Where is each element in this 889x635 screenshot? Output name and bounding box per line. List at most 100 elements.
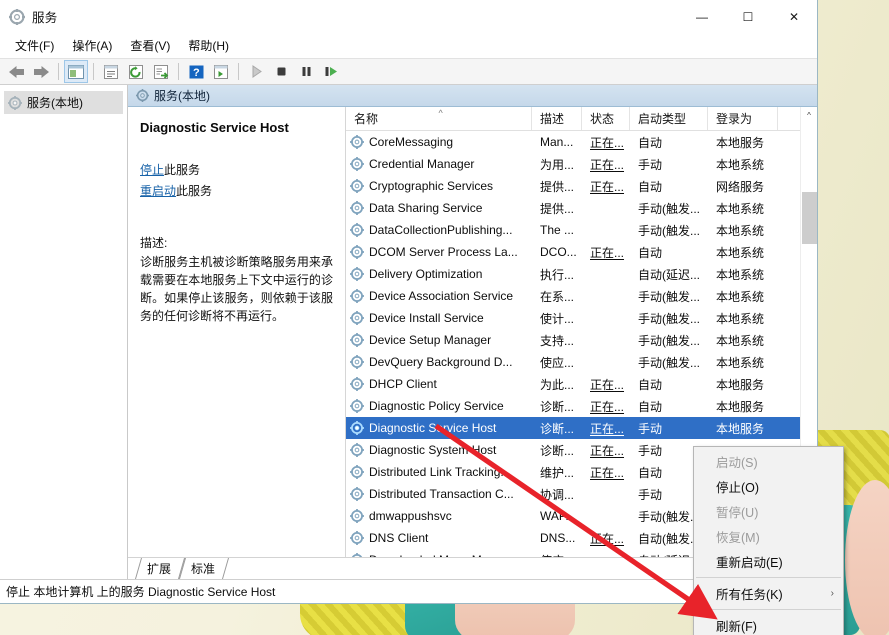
table-row[interactable]: Device Setup Manager支持...手动(触发...本地系统 [346,329,817,351]
cell-service-name: Delivery Optimization [346,267,532,281]
table-row[interactable]: CoreMessagingMan...正在...自动本地服务 [346,131,817,153]
table-row[interactable]: Device Install Service使计...手动(触发...本地系统 [346,307,817,329]
table-row[interactable]: DCOM Server Process La...DCO...正在...自动本地… [346,241,817,263]
menu-help[interactable]: 帮助(H) [179,34,238,57]
cell-service-name: Diagnostic Policy Service [346,399,532,413]
gear-icon [350,179,364,193]
restart-service-icon[interactable] [319,60,343,83]
menu-action[interactable]: 操作(A) [63,34,121,57]
scroll-up-icon[interactable]: ^ [801,107,818,124]
table-row[interactable]: Delivery Optimization执行...自动(延迟...本地系统 [346,263,817,285]
ctx-refresh-label: 刷新(F) [716,616,757,635]
show-hide-tree-icon[interactable] [64,60,88,83]
cell-service-name: Distributed Transaction C... [346,487,532,501]
gear-icon [350,289,364,303]
start-service-icon[interactable] [244,60,268,83]
column-header-description-label: 描述 [540,110,564,127]
column-header-status[interactable]: 状态 [582,107,630,130]
back-icon[interactable] [4,60,28,83]
service-name-label: Distributed Transaction C... [369,487,514,501]
cell-service-name: dmwappushsvc [346,509,532,523]
cell-startup-type: 手动 [630,420,708,437]
cell-log-on-as: 本地系统 [708,222,778,239]
ctx-refresh[interactable]: 刷新(F) [694,613,843,635]
gear-icon [350,465,364,479]
restart-service-link[interactable]: 重启动 [140,184,176,198]
cell-description: 提供... [532,200,582,217]
table-row[interactable]: DevQuery Background D...使应...手动(触发...本地系… [346,351,817,373]
cell-service-name: Cryptographic Services [346,179,532,193]
help-icon[interactable]: ? [184,60,208,83]
table-row[interactable]: Device Association Service在系...手动(触发...本… [346,285,817,307]
column-header-log-on-as[interactable]: 登录为 [708,107,778,130]
cell-service-name: DCOM Server Process La... [346,245,532,259]
window-title: 服务 [32,7,57,26]
service-name-label: Downloaded Maps Man... [369,553,505,557]
stop-service-link[interactable]: 停止 [140,163,164,177]
column-header-status-label: 状态 [590,110,614,127]
table-row[interactable]: Credential Manager为用...正在...手动本地系统 [346,153,817,175]
tree-item-services-local[interactable]: 服务(本地) [4,91,123,114]
scrollbar-thumb[interactable] [802,192,817,244]
column-header-name-label: 名称 [354,110,378,127]
minimize-button[interactable]: — [679,0,725,33]
menu-view[interactable]: 查看(V) [121,34,179,57]
refresh-icon[interactable] [124,60,148,83]
svg-text:?: ? [193,67,200,79]
toolbar: ? [0,58,817,85]
ctx-restart[interactable]: 重新启动(E) [694,549,843,574]
service-name-label: Device Setup Manager [369,333,491,347]
close-button[interactable]: ✕ [771,0,817,33]
cell-status: 正在... [582,464,630,481]
context-menu: 启动(S)停止(O)暂停(U)恢复(M)重新启动(E)所有任务(K)›刷新(F)… [693,446,844,635]
tab-standard[interactable]: 标准 [182,558,226,579]
cell-service-name: Device Association Service [346,289,532,303]
cell-log-on-as: 网络服务 [708,178,778,195]
service-name-label: Device Association Service [369,289,513,303]
pause-service-icon[interactable] [294,60,318,83]
cell-service-name: DataCollectionPublishing... [346,223,532,237]
stop-service-icon[interactable] [269,60,293,83]
column-header-startup-type[interactable]: 启动类型 [630,107,708,130]
column-header-name[interactable]: 名称 ^ [346,107,532,130]
gear-icon [350,531,364,545]
service-name-label: Diagnostic Policy Service [369,399,504,413]
show-pane-icon[interactable] [209,60,233,83]
cell-startup-type: 自动(延迟... [630,266,708,283]
export-list-icon[interactable] [149,60,173,83]
menu-file[interactable]: 文件(F) [6,34,63,57]
cell-description: DNS... [532,531,582,545]
cell-status: 正在... [582,244,630,261]
table-row[interactable]: Diagnostic Policy Service诊断...正在...自动本地服… [346,395,817,417]
cell-log-on-as: 本地服务 [708,134,778,151]
cell-log-on-as: 本地系统 [708,310,778,327]
gear-icon [350,487,364,501]
forward-icon[interactable] [29,60,53,83]
service-name-label: Delivery Optimization [369,267,482,281]
table-row[interactable]: Cryptographic Services提供...正在...自动网络服务 [346,175,817,197]
list-header: 名称 ^ 描述 状态 启动类型 登录为 [346,107,817,131]
ctx-start-label: 启动(S) [716,452,758,471]
gear-icon [350,135,364,149]
gear-icon [350,223,364,237]
cell-log-on-as: 本地系统 [708,266,778,283]
table-row-selected[interactable]: Diagnostic Service Host诊断...正在...手动本地服务 [346,417,817,439]
cell-description: 诊断... [532,398,582,415]
cell-description: 支持... [532,332,582,349]
ctx-all-tasks[interactable]: 所有任务(K)› [694,581,843,606]
cell-status: 正在... [582,420,630,437]
service-title: Diagnostic Service Host [140,120,333,136]
properties-icon[interactable] [99,60,123,83]
ctx-stop[interactable]: 停止(O) [694,474,843,499]
table-row[interactable]: Data Sharing Service提供...手动(触发...本地系统 [346,197,817,219]
cell-service-name: Downloaded Maps Man... [346,553,532,557]
column-header-description[interactable]: 描述 [532,107,582,130]
table-row[interactable]: DataCollectionPublishing...The ...手动(触发.… [346,219,817,241]
maximize-button[interactable]: ☐ [725,0,771,33]
table-row[interactable]: DHCP Client为此...正在...自动本地服务 [346,373,817,395]
cell-log-on-as: 本地服务 [708,420,778,437]
cell-service-name: Device Setup Manager [346,333,532,347]
tab-extended[interactable]: 扩展 [138,558,182,579]
sort-ascending-icon: ^ [439,108,443,118]
gear-icon [350,509,364,523]
